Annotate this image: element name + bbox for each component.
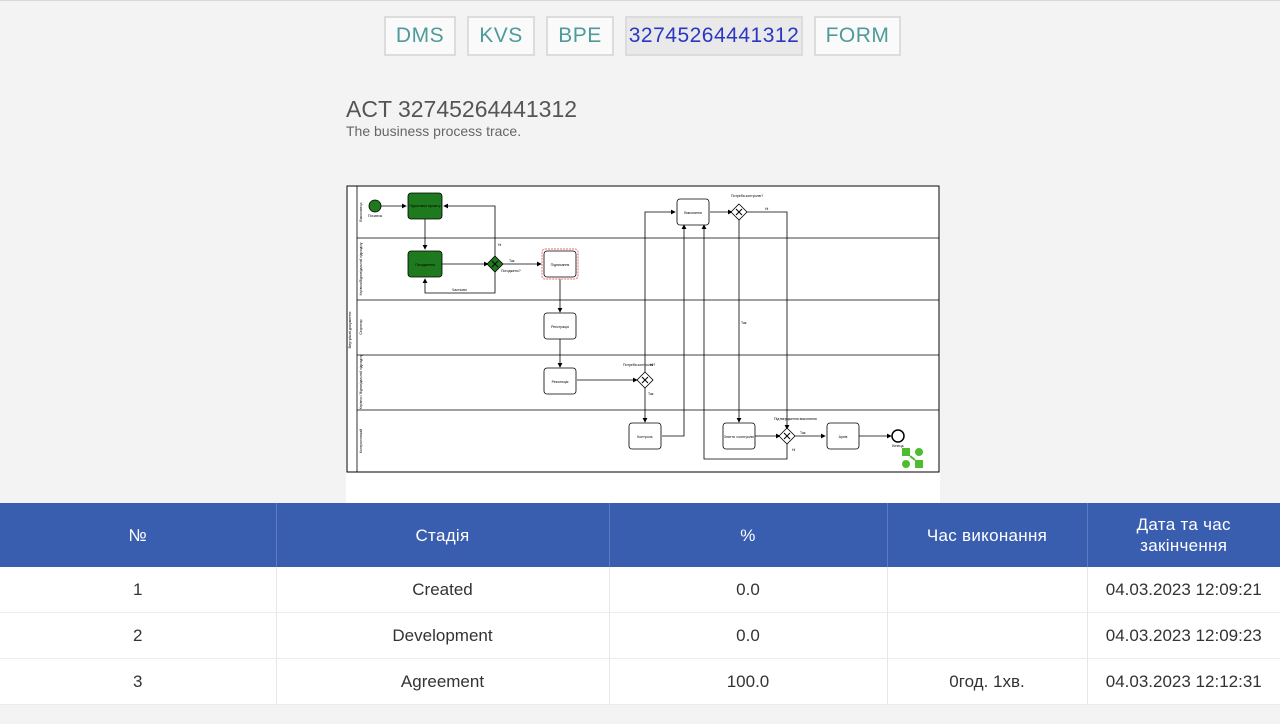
pool-label: Внутрішні документи (348, 312, 352, 349)
start-event (368, 199, 382, 213)
label-need-control-2: Потреба контролю? (731, 194, 763, 198)
tab-process-id[interactable]: 32745264441312 (625, 16, 803, 56)
cell-stage: Agreement (276, 658, 610, 705)
cell-number: 2 (0, 612, 277, 659)
task-resolution-label: Резолюція (552, 380, 569, 384)
cell-stage: Created (276, 567, 610, 613)
col-header-number: № (0, 503, 277, 567)
cell-duration: 0год. 1хв. (887, 658, 1088, 705)
task-remove-label: Зняття з контролю (724, 435, 755, 439)
col-header-finished: Дата та час закінчення (1087, 503, 1280, 567)
label-confirm-exec: Підтвердження виконання (774, 417, 817, 421)
cell-finished: 04.03.2023 12:09:21 (1087, 567, 1280, 613)
label-yes-3: Так (741, 321, 747, 325)
tab-kvs[interactable]: KVS (467, 16, 535, 56)
task-approve-label: Погодження (415, 263, 435, 267)
cell-finished: 04.03.2023 12:09:23 (1087, 612, 1280, 659)
col-header-percent: % (609, 503, 888, 567)
top-divider (0, 0, 1280, 1)
label-no-4: Ні (792, 448, 796, 452)
cell-percent: 0.0 (609, 612, 888, 659)
label-no-2: Ні (650, 363, 654, 367)
cell-number: 1 (0, 567, 277, 613)
lane-label-1: Виконавець (359, 202, 363, 221)
task-control-label: Контроль (637, 435, 652, 439)
cell-finished: 04.03.2023 12:12:31 (1087, 658, 1280, 705)
label-no-3: Ні (765, 207, 769, 211)
bpmn-diagram: Внутрішні документи Виконавець Керівник/… (346, 185, 940, 503)
col-header-duration: Час виконання (887, 503, 1088, 567)
table-row: 1 Created 0.0 04.03.2023 12:09:21 (0, 567, 1280, 613)
start-label: Початок (368, 214, 383, 218)
label-yes-1: Так (509, 259, 515, 263)
table-row: 2 Development 0.0 04.03.2023 12:09:23 (0, 612, 1280, 659)
label-agreed: Погоджено? (501, 269, 521, 273)
label-yes-4: Так (800, 431, 806, 435)
table-row: 3 Agreement 100.0 0год. 1хв. 04.03.2023 … (0, 658, 1280, 705)
cell-percent: 0.0 (609, 567, 888, 613)
label-no-1: Ні (498, 243, 502, 247)
col-header-stage: Стадія (276, 503, 610, 567)
task-prepare-label: Підготовка проекту (410, 204, 441, 208)
label-partial: Частково (452, 288, 467, 292)
lane-label-4: Керівник / Відповідальний підрозділу (359, 354, 363, 409)
tab-bpe[interactable]: BPE (546, 16, 614, 56)
cell-duration (887, 612, 1088, 659)
lane-label-5: Контролюючий (359, 429, 363, 453)
nav-tabs: DMS KVS BPE 32745264441312 FORM (0, 16, 1280, 60)
end-event (891, 429, 905, 443)
table-header-row: № Стадія % Час виконання Дата та час зак… (0, 503, 1280, 567)
task-execution-label: Виконання (684, 211, 702, 215)
cell-stage: Development (276, 612, 610, 659)
page-subtitle: The business process trace. (346, 123, 522, 139)
lane-label-2: Керівник/Відповідальний підрозділу (359, 242, 363, 295)
lane-label-3: Секретар (359, 319, 363, 334)
cell-percent: 100.0 (609, 658, 888, 705)
page-title: ACT 32745264441312 (346, 96, 578, 122)
label-yes-2: Так (648, 392, 654, 396)
task-archive-label: Архів (839, 435, 848, 439)
task-register-label: Реєстрація (551, 325, 569, 329)
cell-number: 3 (0, 658, 277, 705)
tab-dms[interactable]: DMS (384, 16, 456, 56)
cell-duration (887, 567, 1088, 613)
stages-table: № Стадія % Час виконання Дата та час зак… (0, 503, 1280, 705)
tab-form[interactable]: FORM (814, 16, 901, 56)
end-label: Кінець (892, 444, 903, 448)
task-sign-label: Підписання (551, 263, 570, 267)
